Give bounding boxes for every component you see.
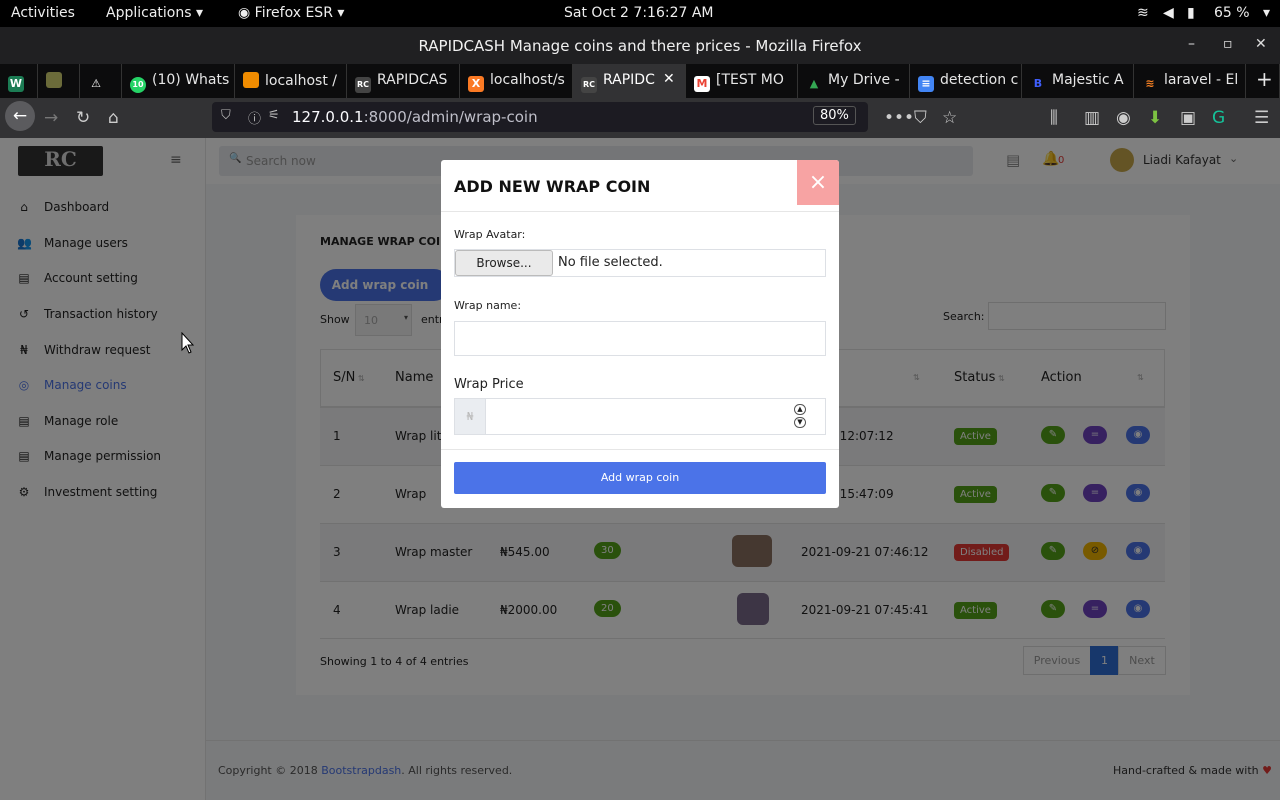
battery-icon[interactable]: ▮ xyxy=(1187,5,1195,21)
wifi-icon[interactable]: ≋ xyxy=(1137,5,1149,21)
wrap-avatar-label: Wrap Avatar: xyxy=(454,228,526,241)
system-menu-chevron-icon[interactable]: ▾ xyxy=(1263,5,1270,21)
gmail-icon: M xyxy=(694,76,710,92)
maximize-icon[interactable]: ▫ xyxy=(1223,36,1233,52)
whatsapp-icon: 10 xyxy=(130,77,146,93)
firefox-app-menu[interactable]: ◉ Firefox ESR ▾ xyxy=(238,5,344,21)
submit-wrap-coin-button[interactable]: Add wrap coin xyxy=(454,462,826,494)
info-icon[interactable]: ⓘ xyxy=(248,108,261,127)
reload-button[interactable]: ↻ xyxy=(76,108,90,128)
browse-button[interactable]: Browse... xyxy=(455,250,553,276)
applications-menu[interactable]: Applications ▾ xyxy=(106,5,203,21)
modal-footer-divider xyxy=(441,449,839,450)
extension-icon[interactable]: ▣ xyxy=(1180,108,1196,128)
modal-close-button[interactable]: × xyxy=(797,160,839,205)
tab-rapidcash-active[interactable]: RC RAPIDC ✕ xyxy=(573,64,686,98)
tab-whatsapp[interactable]: 10 (10) Whats xyxy=(122,64,235,98)
page-actions-icon[interactable]: ••• xyxy=(884,108,914,128)
tab-phpmyadmin[interactable]: localhost / xyxy=(235,64,347,98)
bootstrap-icon: B xyxy=(1030,76,1046,92)
modal-divider xyxy=(441,211,839,212)
tab-xampp[interactable]: Xlocalhost/s xyxy=(460,64,573,98)
download-icon[interactable]: ⬇ xyxy=(1148,108,1162,128)
tab-majestic[interactable]: B Majestic A xyxy=(1022,64,1134,98)
add-wrap-coin-modal: ADD NEW WRAP COIN × Wrap Avatar: Browse.… xyxy=(441,160,839,508)
tab-1[interactable]: W xyxy=(0,64,38,98)
tab-favicon-icon xyxy=(46,72,62,88)
tab-2[interactable] xyxy=(38,64,80,98)
window-title: RAPIDCASH Manage coins and there prices … xyxy=(418,37,862,55)
decrement-icon[interactable]: ▼ xyxy=(794,417,806,428)
tab-3[interactable]: ⚠ xyxy=(80,64,122,98)
wrap-avatar-file-input[interactable]: Browse... No file selected. xyxy=(454,249,826,277)
drive-icon: ▲ xyxy=(806,76,822,92)
library-icon[interactable]: ⫼ xyxy=(1050,108,1058,128)
wrap-name-label: Wrap name: xyxy=(454,299,522,312)
activities-button[interactable]: Activities xyxy=(11,5,75,21)
docs-icon: ≡ xyxy=(918,76,934,92)
url-text: 127.0.0.1:8000/admin/wrap-coin xyxy=(292,108,538,126)
battery-level[interactable]: 65 % xyxy=(1214,5,1250,21)
file-status: No file selected. xyxy=(558,255,663,270)
home-button[interactable]: ⌂ xyxy=(108,108,119,128)
account-icon[interactable]: ◉ xyxy=(1116,108,1131,128)
back-button[interactable]: ← xyxy=(5,101,35,131)
forward-button[interactable]: → xyxy=(44,108,58,128)
grammarly-icon[interactable]: G xyxy=(1212,108,1225,128)
shield-icon[interactable]: ⛉ xyxy=(221,108,231,123)
url-bar[interactable]: ⛉ ⓘ ⚟ 127.0.0.1:8000/admin/wrap-coin 80% xyxy=(212,102,868,132)
url-path: :8000/admin/wrap-coin xyxy=(363,108,538,126)
tab-drive[interactable]: ▲ My Drive - xyxy=(798,64,910,98)
rc-favicon-icon: RC xyxy=(355,77,371,93)
mouse-cursor-icon xyxy=(181,332,195,354)
phpmyadmin-icon xyxy=(243,72,259,88)
tab-rapidcash-1[interactable]: RC RAPIDCAS xyxy=(347,64,460,98)
warning-icon: ⚠ xyxy=(88,76,104,92)
modal-title: ADD NEW WRAP COIN xyxy=(454,177,651,196)
sidebar-toggle-icon[interactable]: ▥ xyxy=(1084,108,1100,128)
hamburger-menu-icon[interactable]: ☰ xyxy=(1254,108,1269,128)
minimize-icon[interactable]: – xyxy=(1188,36,1195,52)
pocket-icon[interactable]: ⛉ xyxy=(914,108,927,128)
system-top-bar: Activities Applications ▾ ◉ Firefox ESR … xyxy=(0,0,1280,27)
wrap-name-input[interactable] xyxy=(454,321,826,356)
tab-strip: W ⚠ 10 (10) Whats localhost / RC RAPIDCAS … xyxy=(0,64,1280,98)
close-window-icon[interactable]: ✕ xyxy=(1255,36,1267,52)
rc-favicon-icon: RC xyxy=(581,77,597,93)
tab-favicon-icon: W xyxy=(8,76,24,92)
tab-stackoverflow[interactable]: ≋ laravel - El xyxy=(1134,64,1246,98)
currency-addon: ₦ xyxy=(455,399,486,434)
url-host: 127.0.0.1 xyxy=(292,108,364,126)
tab-gmail[interactable]: M [TEST MO xyxy=(686,64,798,98)
stackoverflow-icon: ≋ xyxy=(1142,76,1158,92)
xampp-icon: X xyxy=(468,76,484,92)
increment-icon[interactable]: ▲ xyxy=(794,404,806,415)
window-titlebar: RAPIDCASH Manage coins and there prices … xyxy=(0,27,1280,64)
new-tab-button[interactable]: + xyxy=(1248,64,1280,98)
bookmark-star-icon[interactable]: ☆ xyxy=(942,108,957,128)
tab-docs[interactable]: ≡ detection c xyxy=(910,64,1022,98)
wrap-price-label: Wrap Price xyxy=(454,377,524,392)
volume-icon[interactable]: ◀ xyxy=(1163,5,1174,21)
close-tab-icon[interactable]: ✕ xyxy=(663,71,675,87)
zoom-indicator[interactable]: 80% xyxy=(813,106,856,125)
clock[interactable]: Sat Oct 2 7:16:27 AM xyxy=(564,5,714,21)
permissions-icon[interactable]: ⚟ xyxy=(268,108,280,123)
wrap-price-input[interactable]: ₦ ▲ ▼ xyxy=(454,398,826,435)
